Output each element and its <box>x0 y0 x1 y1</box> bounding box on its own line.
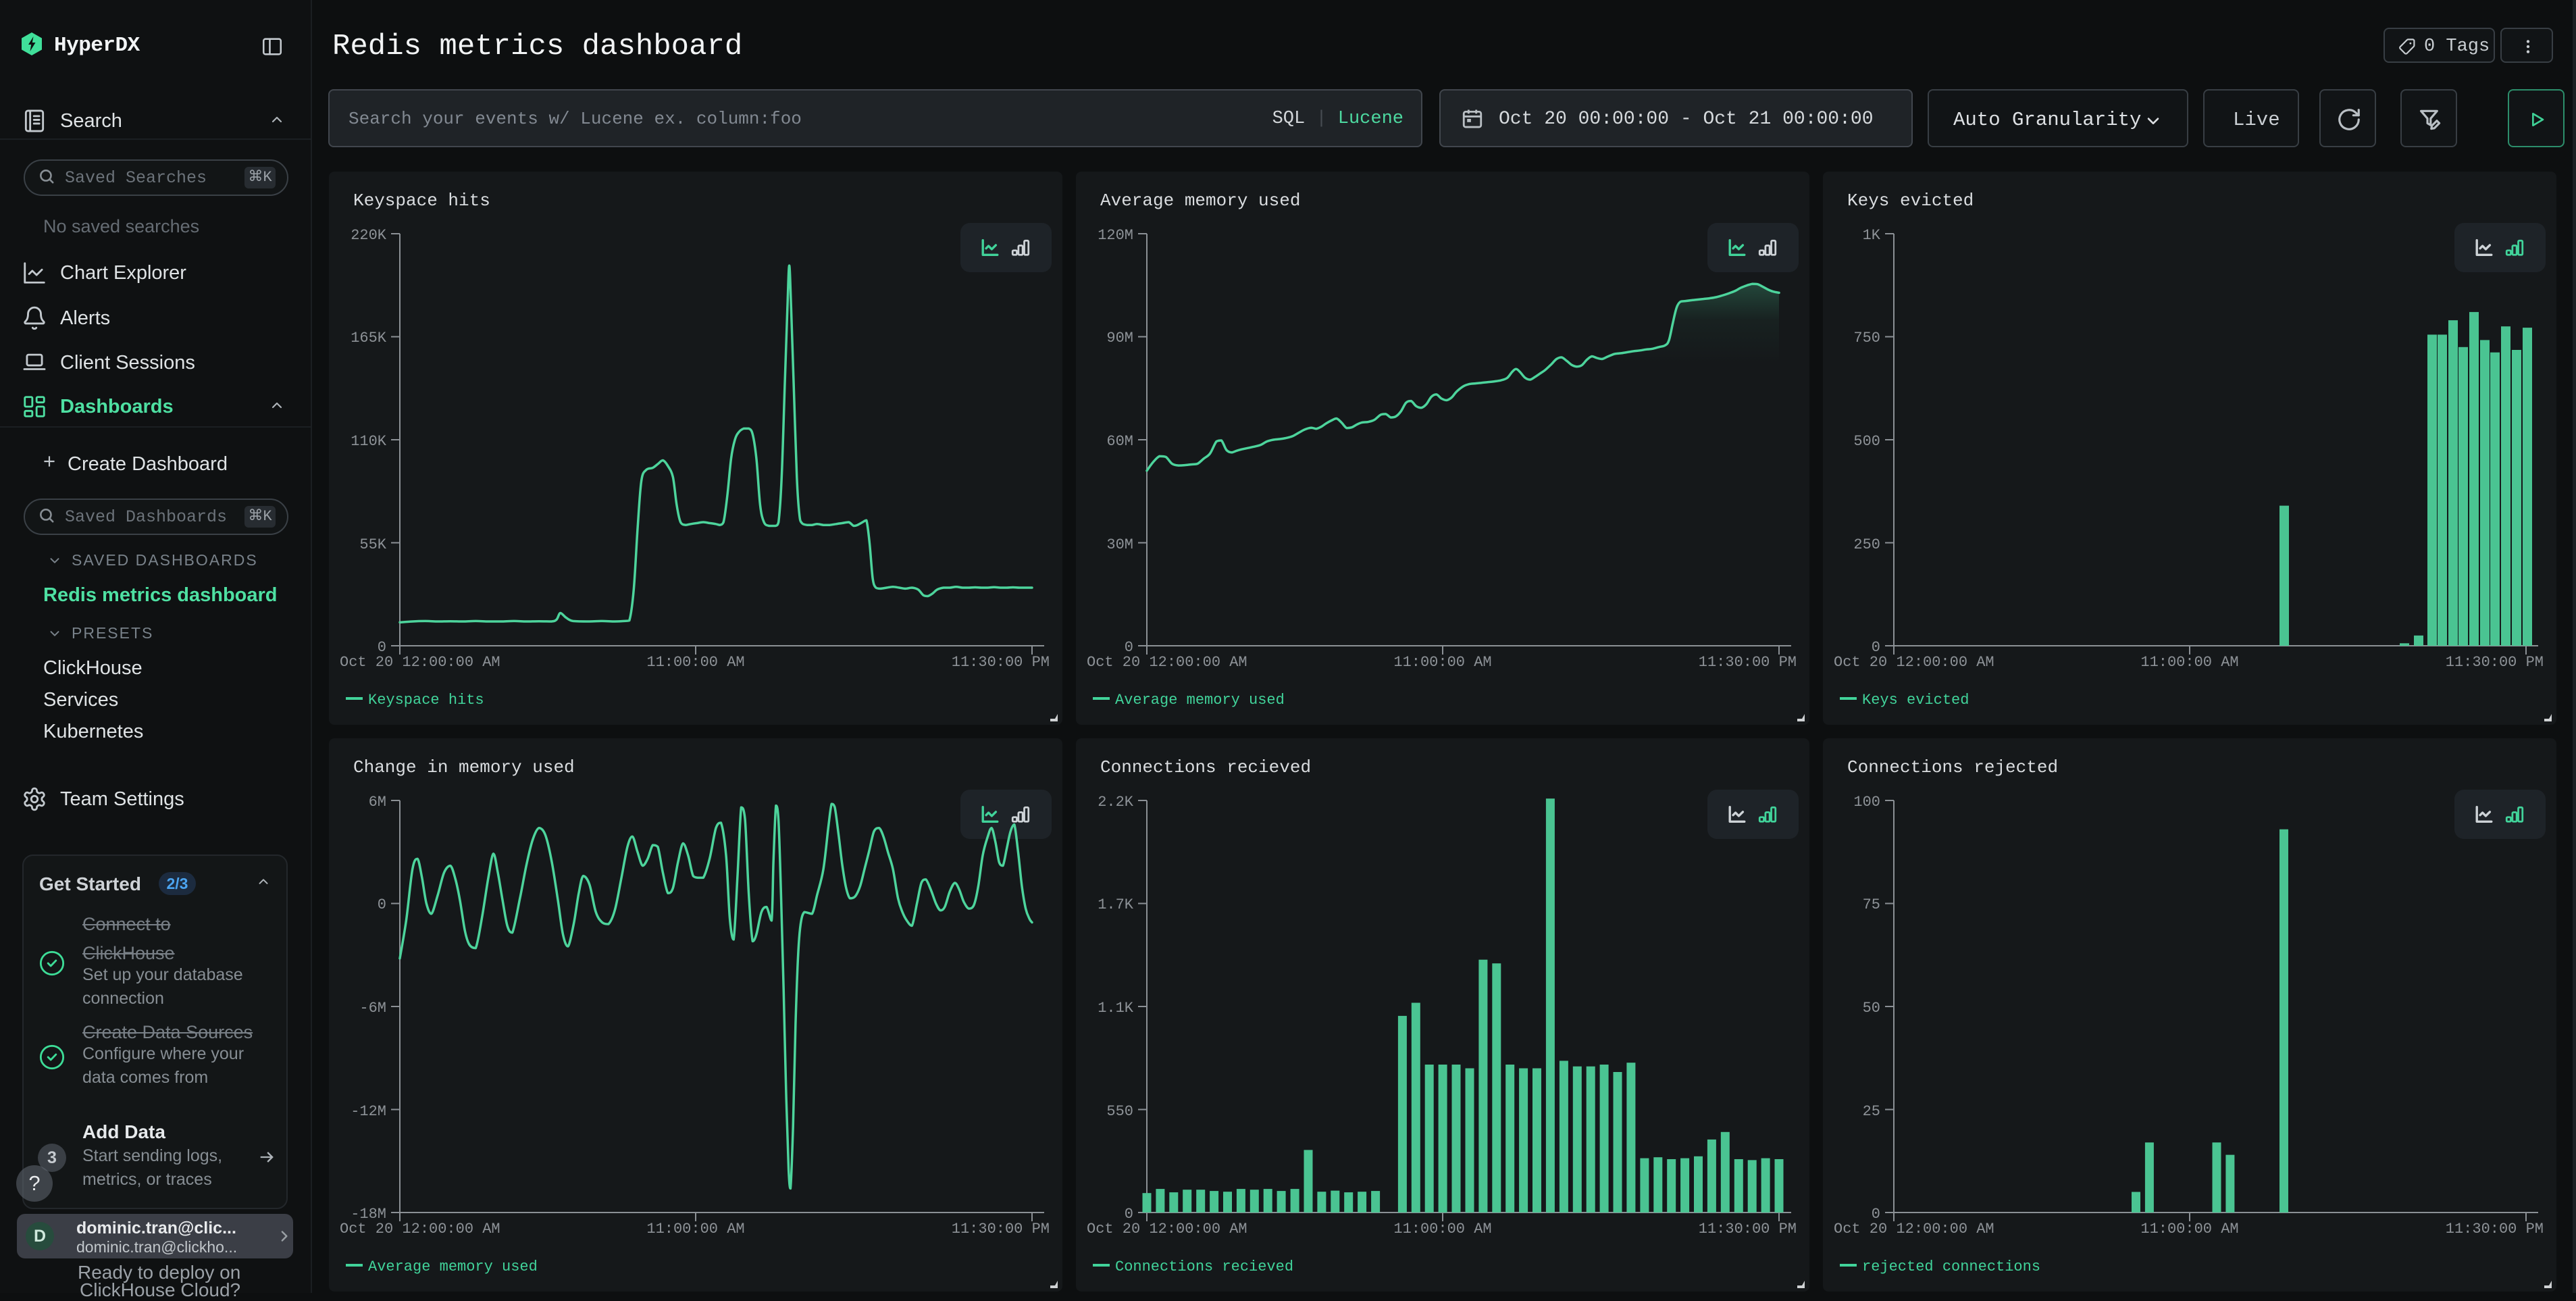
svg-text:110K: 110K <box>351 433 387 450</box>
svg-text:Average memory used: Average memory used <box>1115 692 1285 709</box>
svg-text:11:30:00 PM: 11:30:00 PM <box>2446 654 2544 671</box>
svg-text:11:30:00 PM: 11:30:00 PM <box>2446 1221 2544 1238</box>
svg-text:Oct 20 12:00:00 AM: Oct 20 12:00:00 AM <box>340 654 500 671</box>
svg-text:60M: 60M <box>1106 433 1133 450</box>
svg-text:11:00:00 AM: 11:00:00 AM <box>1393 1221 1491 1238</box>
svg-text:1.1K: 1.1K <box>1098 1000 1134 1017</box>
svg-text:100: 100 <box>1853 794 1880 811</box>
svg-text:Average memory used: Average memory used <box>368 1258 538 1275</box>
svg-text:6M: 6M <box>369 794 386 811</box>
svg-text:Connections recieved: Connections recieved <box>1115 1258 1293 1275</box>
svg-text:rejected connections: rejected connections <box>1862 1258 2040 1275</box>
svg-text:11:30:00 PM: 11:30:00 PM <box>952 654 1050 671</box>
svg-text:220K: 220K <box>351 227 387 244</box>
svg-text:75: 75 <box>1863 896 1880 913</box>
svg-text:11:00:00 AM: 11:00:00 AM <box>646 1221 744 1238</box>
svg-text:1K: 1K <box>1863 227 1881 244</box>
svg-text:11:00:00 AM: 11:00:00 AM <box>1393 654 1491 671</box>
svg-text:25: 25 <box>1863 1103 1880 1120</box>
svg-text:2.2K: 2.2K <box>1098 794 1134 811</box>
svg-text:Oct 20 12:00:00 AM: Oct 20 12:00:00 AM <box>1834 654 1994 671</box>
svg-text:11:00:00 AM: 11:00:00 AM <box>2140 654 2238 671</box>
svg-text:250: 250 <box>1853 536 1880 553</box>
svg-text:500: 500 <box>1853 433 1880 450</box>
svg-text:1.7K: 1.7K <box>1098 896 1134 913</box>
svg-text:11:30:00 PM: 11:30:00 PM <box>1699 1221 1797 1238</box>
svg-text:120M: 120M <box>1098 227 1133 244</box>
svg-text:11:30:00 PM: 11:30:00 PM <box>952 1221 1050 1238</box>
svg-text:-6M: -6M <box>359 1000 386 1017</box>
svg-text:90M: 90M <box>1106 330 1133 347</box>
svg-text:Keyspace hits: Keyspace hits <box>368 692 484 709</box>
svg-text:30M: 30M <box>1106 536 1133 553</box>
svg-text:165K: 165K <box>351 330 387 347</box>
svg-text:-12M: -12M <box>351 1103 386 1120</box>
svg-text:50: 50 <box>1863 1000 1880 1017</box>
svg-text:Oct 20 12:00:00 AM: Oct 20 12:00:00 AM <box>1087 1221 1247 1238</box>
svg-text:Oct 20 12:00:00 AM: Oct 20 12:00:00 AM <box>340 1221 500 1238</box>
svg-text:750: 750 <box>1853 330 1880 347</box>
svg-text:Oct 20 12:00:00 AM: Oct 20 12:00:00 AM <box>1834 1221 1994 1238</box>
svg-text:11:00:00 AM: 11:00:00 AM <box>2140 1221 2238 1238</box>
svg-text:550: 550 <box>1106 1103 1133 1120</box>
svg-text:0: 0 <box>378 896 386 913</box>
svg-text:55K: 55K <box>359 536 386 553</box>
svg-text:Oct 20 12:00:00 AM: Oct 20 12:00:00 AM <box>1087 654 1247 671</box>
svg-text:11:30:00 PM: 11:30:00 PM <box>1699 654 1797 671</box>
svg-text:Keys evicted: Keys evicted <box>1862 692 1969 709</box>
svg-text:11:00:00 AM: 11:00:00 AM <box>646 654 744 671</box>
